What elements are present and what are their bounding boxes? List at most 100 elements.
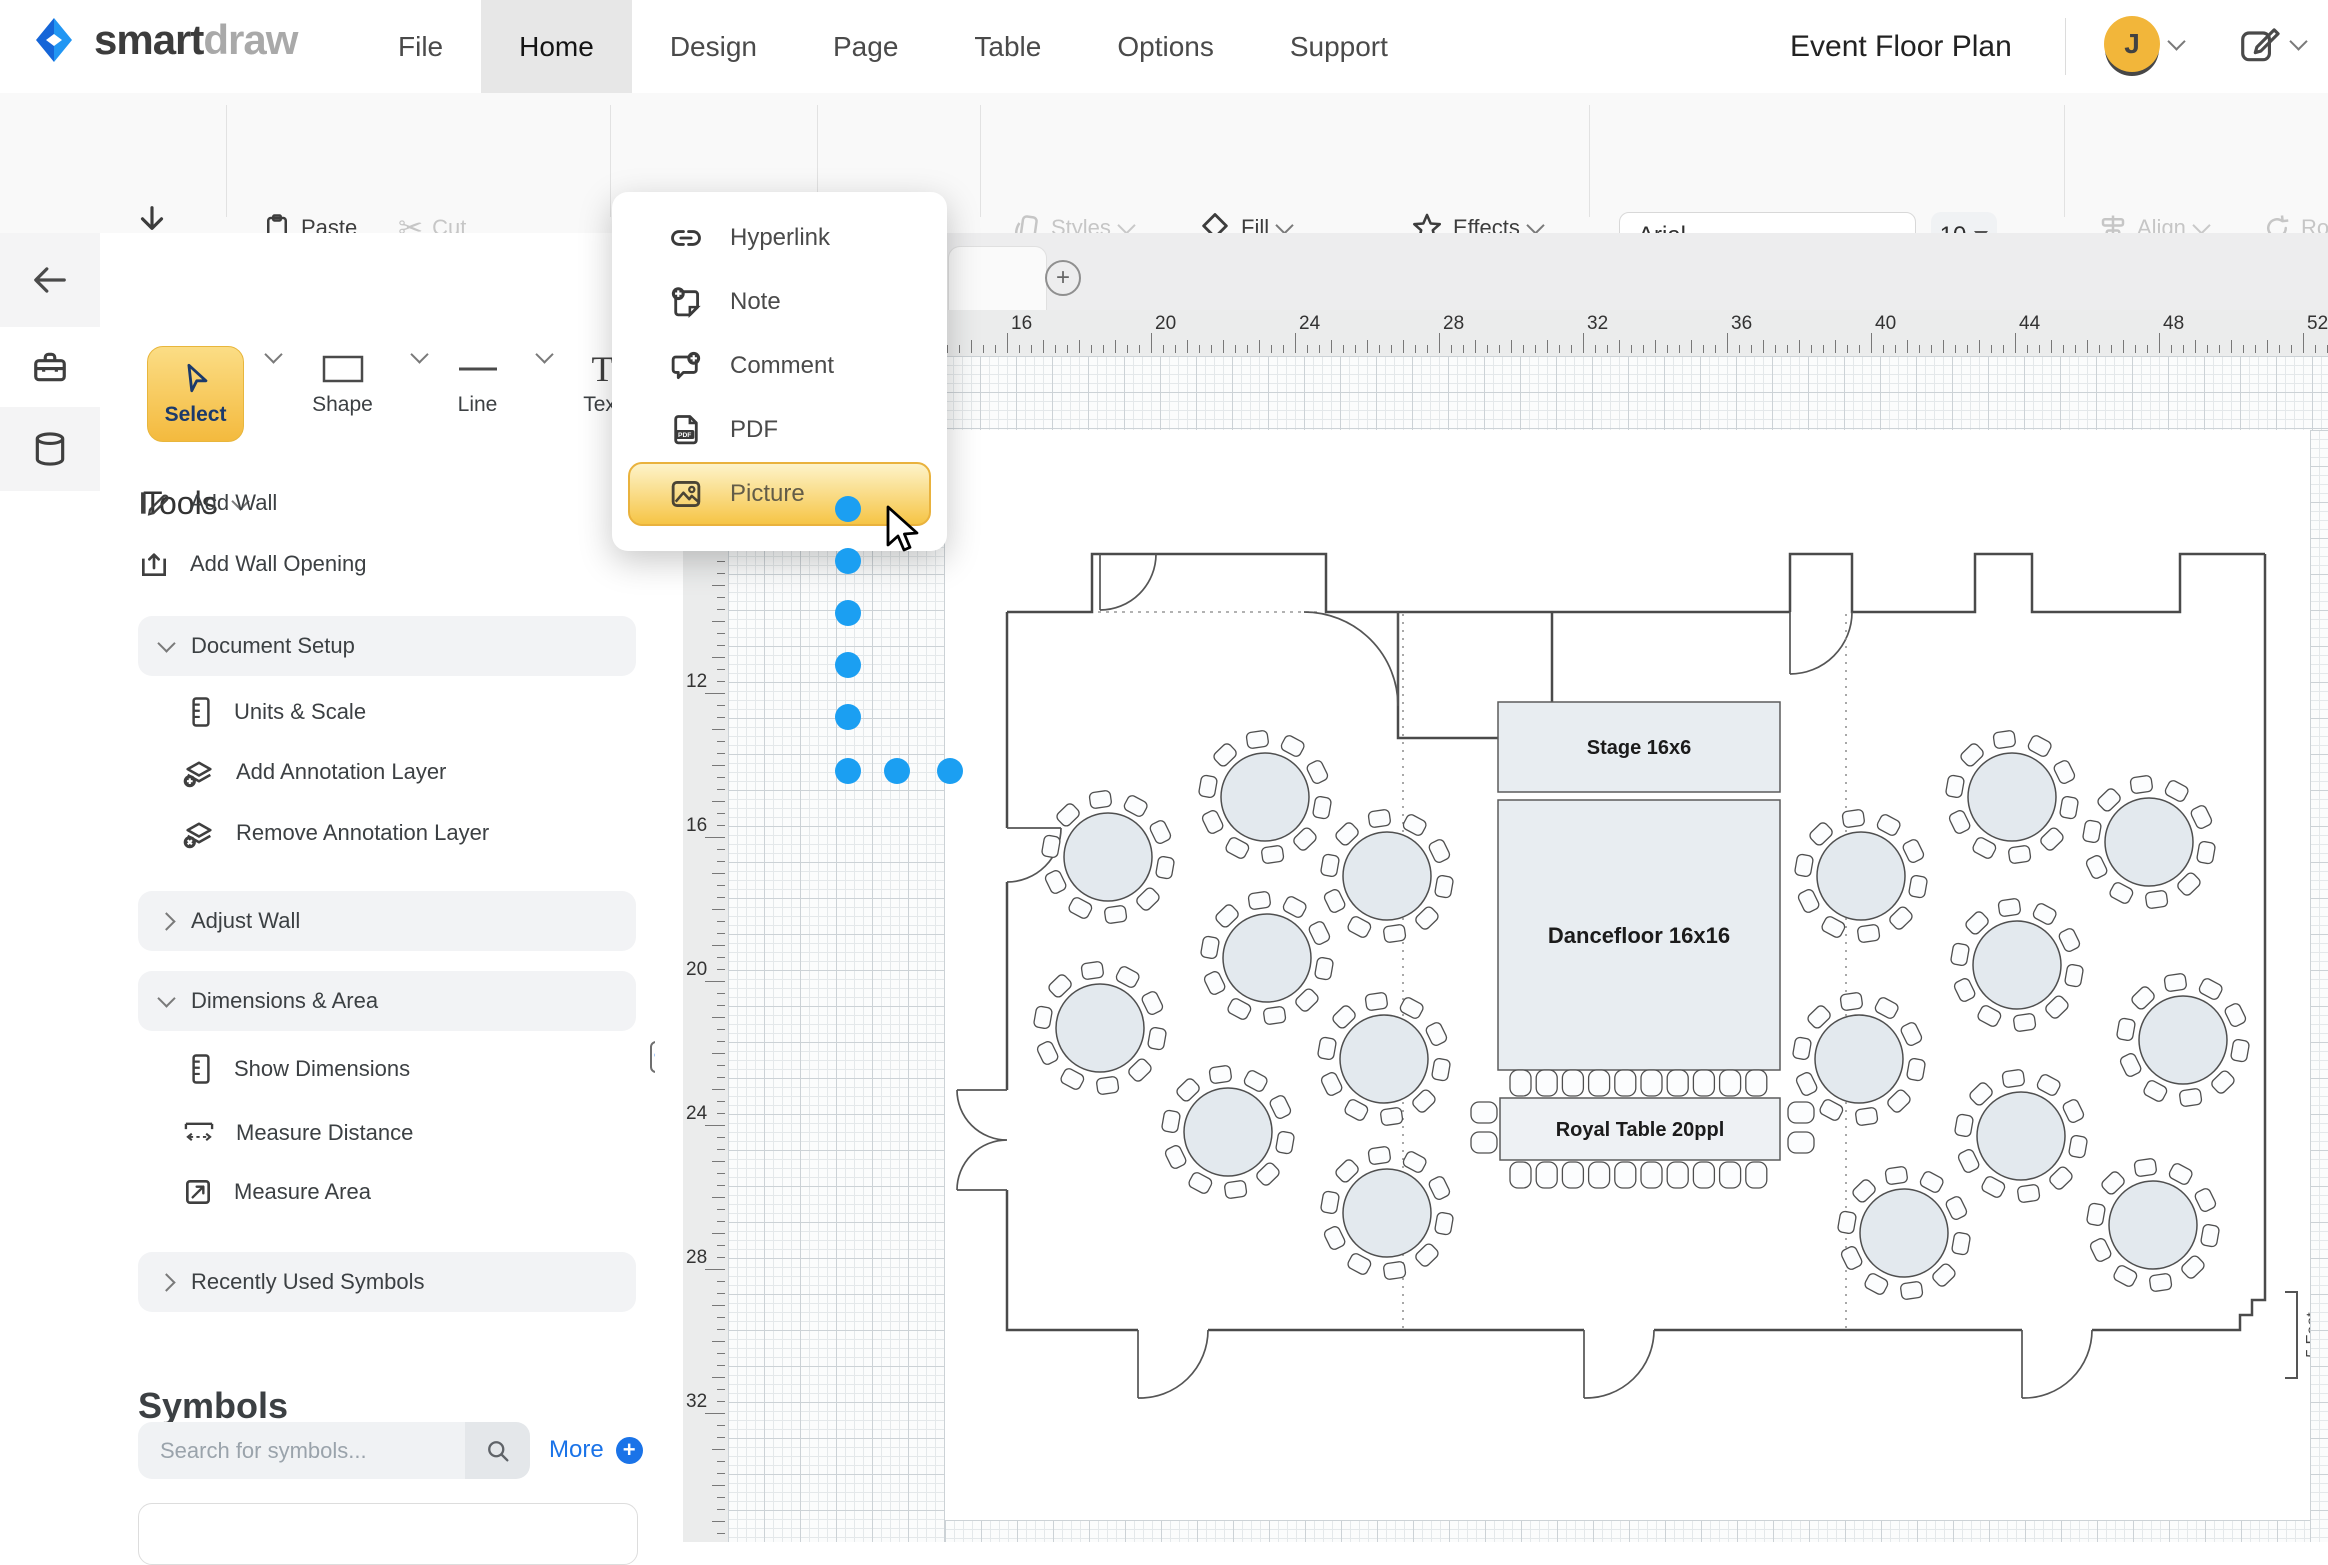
page-tab[interactable] xyxy=(948,246,1047,311)
add-page-button[interactable]: + xyxy=(1045,260,1081,296)
more-symbols-button[interactable]: More + xyxy=(549,1436,643,1464)
h-ruler-number: 40 xyxy=(1875,313,1896,335)
main-menu: File Home Design Page Table Options Supp… xyxy=(360,0,1426,93)
round-table[interactable] xyxy=(1200,891,1333,1025)
menu-page[interactable]: Page xyxy=(795,0,936,93)
menu-options[interactable]: Options xyxy=(1079,0,1252,93)
menu-design[interactable]: Design xyxy=(632,0,795,93)
smartdraw-logo: smartdraw xyxy=(28,14,297,66)
data-tab[interactable] xyxy=(0,407,100,491)
avatar[interactable]: J xyxy=(2104,16,2160,72)
measure-distance-button[interactable]: Measure Distance xyxy=(182,1111,413,1155)
align-chevron-icon xyxy=(2192,216,2210,234)
line-icon xyxy=(454,353,502,385)
effects-chevron-icon xyxy=(1526,216,1544,234)
round-table[interactable] xyxy=(2116,973,2249,1107)
add-annotation-layer-button[interactable]: Add Annotation Layer xyxy=(182,750,446,794)
back-button[interactable] xyxy=(0,233,100,327)
measure-area-button[interactable]: Measure Area xyxy=(182,1170,371,1214)
round-table[interactable] xyxy=(1950,898,2083,1032)
v-ruler-number: 24 xyxy=(686,1103,707,1125)
svg-text:PDF: PDF xyxy=(678,432,691,439)
select-tool-chevron-icon[interactable] xyxy=(264,345,282,363)
symbol-search-button[interactable] xyxy=(465,1422,530,1479)
scale-label: 5 Feet xyxy=(2304,1312,2310,1358)
menu-item-note[interactable]: Note xyxy=(628,270,931,334)
recently-used-chevron-icon xyxy=(157,1273,175,1291)
h-ruler-number: 28 xyxy=(1443,313,1464,335)
royal-table-label: Royal Table 20ppl xyxy=(1556,1119,1725,1141)
round-table[interactable] xyxy=(1320,1146,1453,1280)
shape-tool-button[interactable]: Shape xyxy=(295,353,390,417)
shape-tool-chevron-icon[interactable] xyxy=(410,345,428,363)
layers-plus-icon xyxy=(182,755,216,789)
remove-annotation-layer-button[interactable]: Remove Annotation Layer xyxy=(182,811,489,855)
symbol-search xyxy=(138,1422,530,1479)
menu-home[interactable]: Home xyxy=(481,0,632,93)
menu-item-pdf[interactable]: PDF PDF xyxy=(628,398,931,462)
section-document-setup[interactable]: Document Setup xyxy=(138,616,636,676)
grid-top xyxy=(728,356,2328,430)
h-ruler-number: 32 xyxy=(1587,313,1608,335)
round-table[interactable] xyxy=(2082,775,2215,909)
round-table[interactable] xyxy=(1317,992,1450,1126)
symbol-library-card xyxy=(138,1503,638,1565)
tutorial-dot xyxy=(884,758,910,784)
h-ruler-number: 20 xyxy=(1155,313,1176,335)
round-table[interactable] xyxy=(2086,1158,2219,1292)
insert-dropdown-menu: Hyperlink Note Comment PD xyxy=(612,192,947,551)
fill-chevron-icon xyxy=(1275,216,1293,234)
symbol-search-input[interactable] xyxy=(138,1422,465,1479)
round-table[interactable] xyxy=(1033,961,1166,1095)
menu-item-comment[interactable]: Comment xyxy=(628,334,931,398)
round-table[interactable] xyxy=(1837,1166,1970,1300)
dimensions-ruler-icon xyxy=(188,1053,214,1085)
h-ruler-number: 16 xyxy=(1011,313,1032,335)
text-tool-icon: T xyxy=(592,353,614,385)
grid-right xyxy=(2310,430,2328,1542)
section-adjust-wall[interactable]: Adjust Wall xyxy=(138,891,636,951)
floorplan-svg[interactable]: Stage 16x6 Dancefloor 16x16 Royal Table … xyxy=(940,430,2310,1510)
select-tool-button[interactable]: Select xyxy=(147,346,244,442)
royal-table[interactable]: Royal Table 20ppl xyxy=(1471,1070,1814,1188)
mouse-cursor xyxy=(884,505,926,553)
toolbox-icon xyxy=(31,348,69,386)
wall-opening-icon xyxy=(138,548,170,580)
section-recently-used-symbols[interactable]: Recently Used Symbols xyxy=(138,1252,636,1312)
menu-table[interactable]: Table xyxy=(936,0,1079,93)
show-dimensions-row[interactable]: Show Dimensions xyxy=(188,1047,410,1091)
section-dimensions-area[interactable]: Dimensions & Area xyxy=(138,971,636,1031)
account-button[interactable]: J xyxy=(2104,16,2183,72)
grid-left xyxy=(728,430,945,1542)
line-tool-button[interactable]: Line xyxy=(430,353,525,417)
menu-support[interactable]: Support xyxy=(1252,0,1426,93)
grid-bottom xyxy=(945,1520,2310,1542)
v-ruler-number: 12 xyxy=(686,671,707,693)
round-table[interactable] xyxy=(1954,1069,2087,1203)
smartdraw-logo-icon xyxy=(28,14,80,66)
tutorial-dot xyxy=(937,758,963,784)
units-scale-button[interactable]: Units & Scale xyxy=(188,690,366,734)
round-table[interactable] xyxy=(1794,809,1927,943)
add-wall-button[interactable]: Add Wall xyxy=(138,481,277,525)
line-tool-chevron-icon[interactable] xyxy=(535,345,553,363)
round-table[interactable] xyxy=(1041,790,1174,924)
tools-tab[interactable] xyxy=(0,327,100,407)
round-table[interactable] xyxy=(1320,809,1453,943)
topbar-divider xyxy=(2065,18,2066,75)
adjust-wall-chevron-icon xyxy=(157,912,175,930)
measure-area-icon xyxy=(182,1176,214,1208)
share-edit-button[interactable] xyxy=(2238,22,2305,66)
tutorial-dot xyxy=(835,652,861,678)
v-ruler-number: 20 xyxy=(686,959,707,981)
h-ruler-number: 52 xyxy=(2307,313,2328,335)
round-table[interactable] xyxy=(1945,730,2078,864)
menu-file[interactable]: File xyxy=(360,0,481,93)
menu-item-hyperlink[interactable]: Hyperlink xyxy=(628,206,931,270)
round-table[interactable] xyxy=(1198,730,1331,864)
edit-chevron-icon xyxy=(2289,32,2307,50)
tools-panel: Tools Select Shape Line T Text xyxy=(100,233,656,1542)
add-wall-opening-button[interactable]: Add Wall Opening xyxy=(138,542,367,586)
round-table[interactable] xyxy=(1161,1065,1294,1199)
symbols-heading: Symbols xyxy=(138,1385,288,1427)
